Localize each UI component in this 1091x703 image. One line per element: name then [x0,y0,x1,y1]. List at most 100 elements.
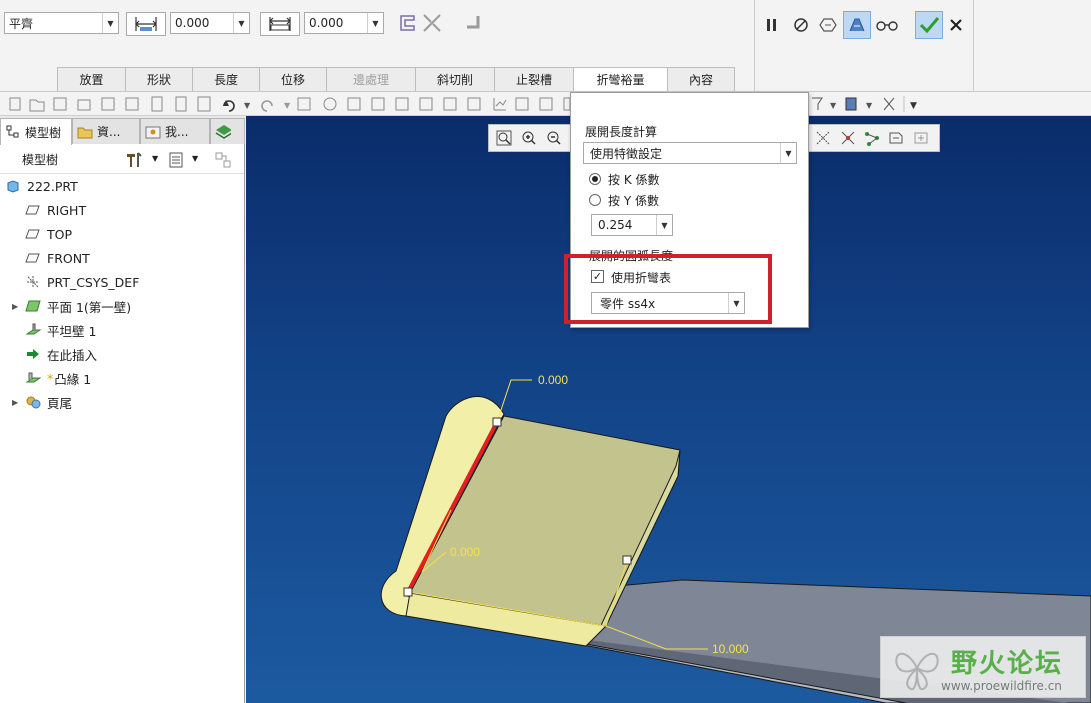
chevron-down-icon[interactable]: ▼ [192,154,198,163]
preview-button[interactable] [816,13,840,37]
tab-bend-allowance[interactable]: 折彎裕量 [573,67,668,91]
tree-item-footer[interactable]: ▶ 頁尾 [12,392,72,412]
verify-icon [849,18,865,32]
tool-icon-a [297,97,311,111]
expand-arrow-icon[interactable]: ▶ [12,398,22,407]
new-file-icon [9,97,21,111]
chevron-down-icon: ▼ [910,101,917,111]
flip-material-button[interactable] [396,11,420,35]
settings-tools-icon[interactable] [124,151,148,169]
tab-miter-cuts[interactable]: 斜切削 [415,67,495,91]
navigator-panel: 模型樹 資... 我... 模型樹 ▼ ▼ 222.PRT RIGHT TOP … [0,116,245,703]
tool-icon-f [419,97,433,111]
datum-point-toggle[interactable] [837,127,857,149]
dimension-top[interactable]: 0.000 [538,373,568,387]
expand-arrow-icon[interactable]: ▶ [12,302,22,311]
close-window-icon [883,97,895,111]
flip-direction-button[interactable] [420,11,444,35]
tree-item-label: 平坦壁 1 [47,323,97,339]
toolbar-icons: ▼ ▼ ▼ ▼ ▼ [9,96,917,112]
datum-plane-icon [25,226,41,242]
no-preview-button[interactable] [789,13,813,37]
chevron-down-icon: ▼ [780,143,796,163]
calc-method-select[interactable]: 使用特徵設定 ▼ [583,142,797,164]
y-factor-radio[interactable] [589,194,601,206]
chevron-down-icon[interactable]: ▼ [152,154,158,163]
close-icon [950,19,962,31]
preview-icon [819,18,837,32]
annotation-toggle[interactable] [886,127,906,149]
tab-properties[interactable]: 內容 [667,67,735,91]
tab-folder-browser[interactable]: 資... [72,118,140,144]
tab-label: 形狀 [146,73,171,87]
dashboard-separator [973,0,974,92]
tree-item-csys[interactable]: PRT_CSYS_DEF [25,272,139,292]
datum-axis-toggle[interactable] [813,127,833,149]
verify-button[interactable] [843,11,871,39]
tab-label: 模型樹 [25,125,62,140]
tab-layers[interactable] [210,118,245,144]
shape-type-value: 平齊 [9,16,34,31]
tree-item-right[interactable]: RIGHT [25,200,86,220]
dimension-mid[interactable]: 0.000 [450,545,480,559]
dimension-length[interactable]: 10.000 [712,642,749,656]
thicken-side-button[interactable] [462,11,486,35]
tree-item-first-wall[interactable]: ▶ 平面 1(第一壁) [12,296,131,316]
flange-icon [25,370,41,386]
tab-offset[interactable]: 位移 [259,67,327,91]
cancel-button[interactable] [944,13,968,37]
refit-button[interactable] [493,127,514,149]
tree-item-label: 頁尾 [47,395,73,411]
tree-item-label: 222.PRT [27,178,78,194]
tab-label: 長度 [213,73,238,87]
shape-type-select[interactable]: 平齊 ▼ [4,12,119,34]
tree-filter-icon[interactable] [212,150,234,170]
view-toolbar-right [808,124,940,152]
tree-item-front[interactable]: FRONT [25,248,90,268]
view-toolbar-left [488,124,574,152]
zoom-in-button[interactable] [518,127,539,149]
tab-favorites[interactable]: 我... [140,118,210,144]
filter-icon [812,97,823,110]
show-icon[interactable] [168,151,186,169]
tab-placement[interactable]: 放置 [57,67,126,91]
watermark-title: 野火论坛 [951,649,1064,679]
spin-center-toggle[interactable] [911,127,931,149]
length-value-select[interactable]: 0.000 ▼ [170,12,250,34]
k-factor-radio[interactable] [589,173,601,185]
zoom-out-button[interactable] [544,127,565,149]
ok-button[interactable] [915,11,943,39]
tab-shape[interactable]: 形狀 [125,67,193,91]
tab-length[interactable]: 長度 [192,67,260,91]
tool-icon-d [371,97,385,111]
tab-label: 放置 [79,73,104,87]
axis-display-icon [816,131,830,145]
zoom-in-icon [522,131,536,145]
chevron-down-icon: ▼ [284,101,291,110]
pause-button[interactable] [760,13,784,37]
chevron-down-icon: ▼ [367,13,383,33]
csys-icon [25,274,41,290]
tree-item-flange[interactable]: * 凸緣 1 [25,368,91,388]
corner-icon [467,16,480,29]
part-icon [5,178,21,194]
tree-item-label: TOP [47,226,73,242]
clipboard-icon [197,96,211,112]
drag-handle [492,417,502,427]
length-type-button[interactable] [126,12,166,36]
glasses-button[interactable] [875,13,899,37]
print-icon [125,97,139,111]
chevron-down-icon: ▼ [656,215,672,235]
offset-value-select[interactable]: 0.000 ▼ [304,12,384,34]
tree-item-part[interactable]: 222.PRT [5,176,78,196]
tree-item-flat-wall[interactable]: 平坦壁 1 [25,320,96,340]
annotation-display-icon [889,132,903,144]
tree-item-top[interactable]: TOP [25,224,72,244]
csys-toggle[interactable] [862,127,882,149]
factor-value-input[interactable]: 0.254 ▼ [591,214,673,236]
tab-model-tree[interactable]: 模型樹 [0,118,72,145]
offset-type-button[interactable] [260,12,300,36]
tree-item-label: FRONT [47,250,90,266]
tree-item-insert-here[interactable]: 在此插入 [25,344,97,364]
tab-relief[interactable]: 止裂槽 [494,67,574,91]
